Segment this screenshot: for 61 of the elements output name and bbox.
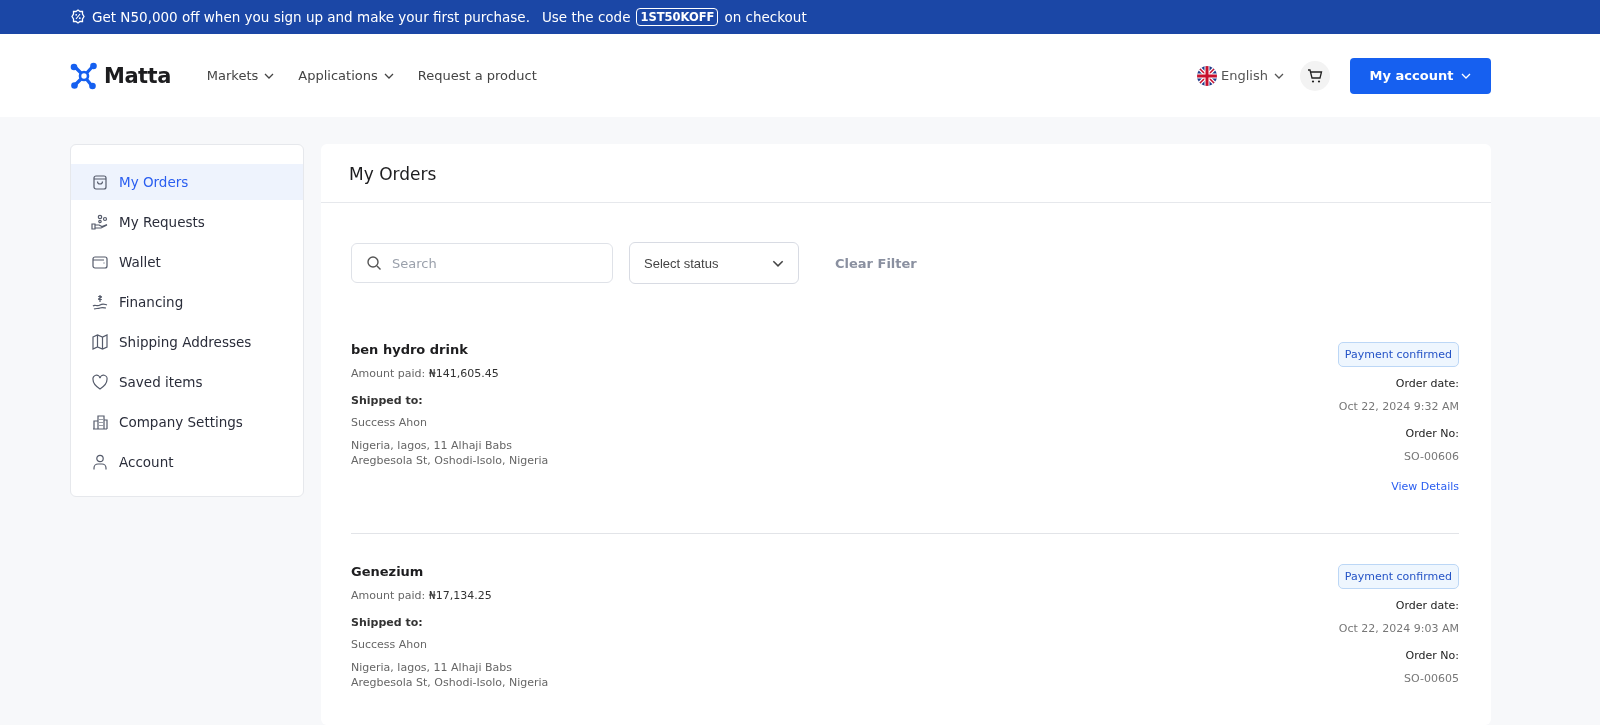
discount-icon bbox=[70, 9, 86, 25]
promo-text: Get N50,000 off when you sign up and make your first purchase. bbox=[92, 9, 530, 25]
order-number: SO-00606 bbox=[1404, 450, 1459, 463]
language-selector[interactable]: English bbox=[1221, 68, 1284, 83]
order-number: SO-00605 bbox=[1404, 672, 1459, 685]
menu-icon bbox=[91, 373, 109, 391]
order-name: ben hydro drink bbox=[351, 342, 469, 357]
view-details-link[interactable]: View Details bbox=[1391, 480, 1459, 493]
sidebar-item[interactable]: Company Settings bbox=[71, 404, 303, 440]
search-icon bbox=[366, 255, 382, 271]
promo-text: on checkout bbox=[724, 9, 807, 25]
cart-button[interactable] bbox=[1300, 60, 1330, 91]
nav-link[interactable]: Applications bbox=[298, 68, 394, 83]
promo-code: 1ST50KOFF bbox=[636, 8, 719, 26]
menu-icon bbox=[91, 253, 109, 271]
sidebar-item[interactable]: Account bbox=[71, 444, 303, 480]
order-number-label: Order No: bbox=[1405, 427, 1459, 440]
nav-link[interactable]: Markets bbox=[206, 68, 275, 83]
menu-icon bbox=[91, 213, 109, 231]
nav-link[interactable]: Request a product bbox=[417, 68, 537, 83]
recipient-name: Success Ahon bbox=[351, 416, 428, 429]
status-select[interactable]: Select status bbox=[629, 242, 799, 284]
shipped-to-label: Shipped to: bbox=[351, 394, 424, 407]
order-number-label: Order No: bbox=[1405, 649, 1459, 662]
logo-icon bbox=[70, 61, 98, 90]
order-date: Oct 22, 2024 9:03 AM bbox=[1338, 622, 1459, 635]
chevron-down-icon bbox=[264, 72, 275, 79]
sidebar-item[interactable]: My Requests bbox=[71, 204, 303, 240]
account-button[interactable]: My account bbox=[1350, 57, 1491, 94]
cart-icon bbox=[1307, 67, 1323, 84]
status-badge: Payment confirmed bbox=[1337, 564, 1459, 589]
sidebar-item[interactable]: Financing bbox=[71, 284, 303, 320]
order-date: Oct 22, 2024 9:32 AM bbox=[1338, 400, 1459, 413]
uk-flag-icon bbox=[1197, 65, 1218, 86]
menu-icon bbox=[91, 413, 109, 431]
search-field[interactable]: Search bbox=[351, 243, 613, 283]
sidebar-item[interactable]: Shipping Addresses bbox=[71, 324, 303, 360]
menu-icon bbox=[91, 333, 109, 351]
status-badge: Payment confirmed bbox=[1337, 342, 1459, 367]
amount-paid: Amount paid: ₦141,605.45 bbox=[351, 367, 500, 380]
order-date-label: Order date: bbox=[1395, 377, 1459, 390]
logo-text: Matta bbox=[104, 63, 171, 88]
shipping-address: Nigeria, lagos, 11 Alhaji Babs Aregbesola St, Oshodi-Isolo, Nigeria bbox=[351, 438, 550, 468]
amount-paid: Amount paid: ₦17,134.25 bbox=[351, 589, 493, 602]
shipping-address: Nigeria, lagos, 11 Alhaji Babs Aregbesola St, Oshodi-Isolo, Nigeria bbox=[351, 660, 550, 690]
shipped-to-label: Shipped to: bbox=[351, 616, 424, 629]
sidebar-item[interactable]: Wallet bbox=[71, 244, 303, 280]
menu-icon bbox=[91, 293, 109, 311]
recipient-name: Success Ahon bbox=[351, 638, 428, 651]
order-name: Genezium bbox=[351, 564, 425, 579]
page-title: My Orders bbox=[321, 144, 1491, 203]
chevron-down-icon bbox=[383, 72, 394, 79]
chevron-down-icon bbox=[1461, 72, 1472, 79]
chevron-down-icon bbox=[1274, 72, 1284, 79]
promo-text: Use the code bbox=[541, 9, 631, 25]
sidebar-item[interactable]: My Orders bbox=[71, 164, 303, 200]
menu-icon bbox=[91, 453, 109, 471]
order-date-label: Order date: bbox=[1395, 599, 1459, 612]
sidebar-item[interactable]: Saved items bbox=[71, 364, 303, 400]
menu-icon bbox=[91, 173, 109, 191]
chevron-down-icon bbox=[772, 259, 784, 267]
